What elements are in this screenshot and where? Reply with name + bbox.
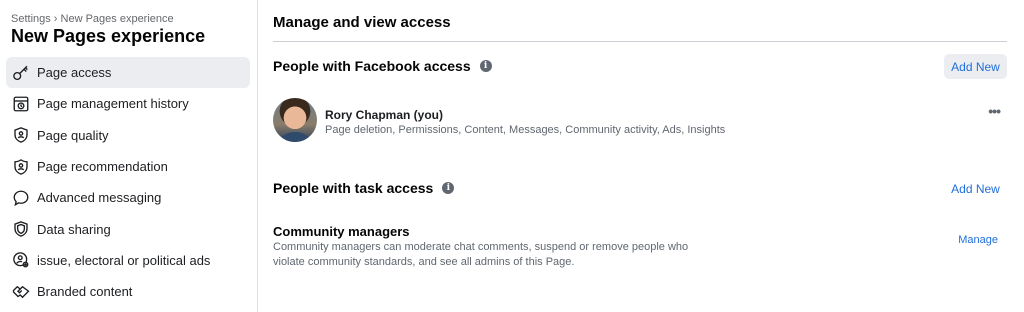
person-permissions: Page deletion, Permissions, Content, Mes… [325,124,726,136]
main-content: Manage and view access People with Faceb… [258,0,1024,312]
sidebar-item-label: Page quality [37,127,109,143]
sidebar-item-page-management-history[interactable]: Page management history [6,88,250,119]
add-new-facebook-access-button[interactable]: Add New [944,54,1007,79]
facebook-access-heading-text: People with Facebook access [273,58,471,74]
sidebar-item-advanced-messaging[interactable]: Advanced messaging [6,182,250,213]
sidebar-item-political-ads[interactable]: issue, electoral or political ads [6,245,250,276]
page-title: New Pages experience [11,26,206,46]
sidebar-item-label: Page access [37,65,112,81]
section-title: Manage and view access [273,14,451,31]
sidebar-item-label: Data sharing [37,221,111,237]
divider [273,41,1007,42]
sidebar-item-label: Advanced messaging [37,190,162,206]
role-title: Community managers [273,224,410,239]
handshake-icon [10,281,32,303]
sidebar-item-page-recommendation[interactable]: Page recommendation [6,151,250,182]
shield-icon [10,218,32,240]
sidebar-item-data-sharing[interactable]: Data sharing [6,213,250,244]
info-icon[interactable]: i [479,60,492,72]
manage-button[interactable]: Manage [958,234,998,246]
person-name: Rory Chapman (you) [325,108,444,122]
history-icon [10,93,32,115]
info-icon[interactable]: i [442,182,455,194]
shield-recommend-icon [10,156,32,178]
sidebar-item-label: Page management history [37,96,189,112]
task-access-heading: People with task access i [273,180,455,196]
sidebar-item-label: issue, electoral or political ads [37,252,211,268]
avatar [273,98,317,142]
more-options-icon[interactable]: ••• [988,103,1001,119]
role-description: Community managers can moderate chat com… [273,241,689,268]
sidebar-item-page-access[interactable]: Page access [6,57,250,89]
add-new-task-access-button[interactable]: Add New [944,176,1007,201]
shield-person-icon [10,124,32,146]
breadcrumb[interactable]: Settings › New Pages experience [11,13,174,25]
sidebar-nav: Page access Page management history Page… [6,57,250,307]
settings-sidebar: Settings › New Pages experience New Page… [0,0,258,312]
sidebar-item-label: Branded content [37,284,133,300]
chat-bubble-icon [10,187,32,209]
task-access-heading-text: People with task access [273,180,434,196]
key-icon [10,62,32,84]
facebook-access-heading: People with Facebook access i [273,58,492,74]
sidebar-item-branded-content[interactable]: Branded content [6,276,250,307]
sidebar-item-page-quality[interactable]: Page quality [6,120,250,151]
sidebar-item-label: Page recommendation [37,159,168,175]
person-gear-icon [10,249,32,271]
